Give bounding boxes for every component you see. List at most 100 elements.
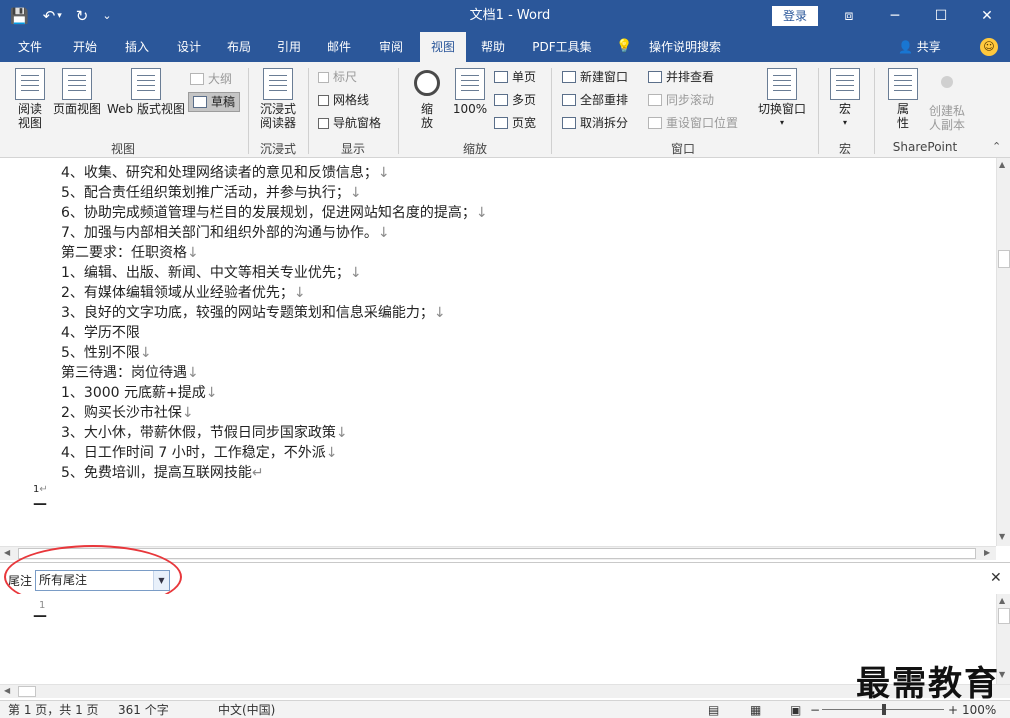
tab-layout[interactable]: 布局 (216, 32, 262, 62)
ribbon-separator (398, 68, 399, 154)
undo-dropdown-icon[interactable]: ▾ (57, 0, 62, 32)
tab-references[interactable]: 引用 (266, 32, 312, 62)
sync-scroll-button[interactable]: 同步滚动 (648, 91, 714, 109)
endnote-select[interactable]: 所有尾注 ▼ (35, 570, 170, 591)
macros-button[interactable]: 宏 ▾ (828, 68, 862, 130)
person-icon: 👤 (898, 40, 913, 54)
zoom-in-icon[interactable]: + (948, 702, 958, 718)
ribbon-tabs: 文件 开始 插入 设计 布局 引用 邮件 审阅 视图 帮助 PDF工具集 💡 操… (0, 32, 1010, 62)
remove-split-button[interactable]: 取消拆分 (562, 114, 628, 132)
tell-me-search[interactable]: 操作说明搜索 (640, 32, 730, 62)
tab-file[interactable]: 文件 (8, 32, 52, 62)
status-bar: 第 1 页，共 1 页 361 个字 中文(中国) ▤ ▦ ▣ − + 100% (0, 700, 1010, 718)
web-layout-button[interactable]: Web 版式视图 (106, 68, 186, 116)
ribbon-separator (308, 68, 309, 154)
scroll-down-icon[interactable]: ▼ (999, 532, 1005, 541)
zoom-out-icon[interactable]: − (810, 702, 820, 718)
tab-pdf-tools[interactable]: PDF工具集 (524, 32, 600, 62)
switch-windows-label: 切换窗口 (757, 102, 806, 116)
scroll-left-icon[interactable]: ◀ (4, 548, 10, 557)
scroll-right-icon[interactable]: ▶ (984, 548, 990, 557)
properties-label-1: 属 (896, 102, 909, 116)
document-area[interactable]: 4、收集、研究和处理网络读者的意见和反馈信息；↓ 5、配合责任组织策划推广活动，… (0, 158, 996, 546)
one-page-label: 单页 (512, 70, 537, 84)
reset-window-position-button[interactable]: 重设窗口位置 (648, 114, 738, 132)
word-count[interactable]: 361 个字 (118, 702, 169, 718)
print-layout-button[interactable]: 页面视图 (52, 68, 102, 116)
immersive-reader-button[interactable]: 沉浸式 阅读器 (254, 68, 302, 130)
endnote-pane-body[interactable]: 1 — (0, 594, 996, 684)
minimize-icon[interactable]: ─ (872, 0, 918, 32)
tab-mailings[interactable]: 邮件 (316, 32, 362, 62)
smiley-feedback-icon[interactable]: ☺ (980, 38, 998, 56)
share-button[interactable]: 👤 共享 (898, 32, 941, 62)
window-title: 文档1 - Word (469, 8, 551, 23)
zoom-100-button[interactable]: 100% (452, 68, 488, 116)
group-label-show: 显示 (340, 142, 365, 156)
close-icon[interactable]: ✕ (964, 0, 1010, 32)
horizontal-scroll-thumb[interactable] (18, 548, 976, 559)
outline-button[interactable]: 大纲 (190, 70, 232, 88)
one-page-button[interactable]: 单页 (494, 68, 536, 86)
ribbon-separator (551, 68, 552, 154)
save-icon[interactable]: 💾 (10, 0, 29, 32)
close-pane-icon[interactable]: ✕ (990, 570, 1002, 586)
properties-button[interactable]: 属 性 (886, 68, 920, 130)
tab-review[interactable]: 审阅 (368, 32, 414, 62)
arrange-all-button[interactable]: 全部重排 (562, 91, 628, 109)
document-horizontal-scrollbar[interactable]: ◀ ▶ (0, 546, 996, 560)
page-count[interactable]: 第 1 页，共 1 页 (8, 702, 99, 718)
collapse-ribbon-icon[interactable]: ⌃ (992, 140, 1001, 153)
private-copy-icon (941, 76, 953, 88)
print-layout-status-icon[interactable]: ▦ (750, 702, 761, 718)
ruler-checkbox[interactable]: 标尺 (318, 68, 357, 86)
doc-line: 4、学历不限 (61, 325, 140, 341)
multiple-pages-label: 多页 (512, 93, 537, 107)
tab-help[interactable]: 帮助 (470, 32, 516, 62)
nav-pane-checkbox[interactable]: 导航窗格 (318, 114, 381, 132)
document-vertical-scrollbar[interactable]: ▲ ▼ (996, 158, 1010, 546)
reset-window-position-icon (648, 117, 662, 129)
doc-line: 3、良好的文字功底，较强的网站专题策划和信息采编能力；↓ (61, 305, 446, 321)
pane-scroll-up-icon[interactable]: ▲ (999, 596, 1005, 605)
gridlines-checkbox[interactable]: 网格线 (318, 91, 369, 109)
tab-home[interactable]: 开始 (62, 32, 108, 62)
tab-design[interactable]: 设计 (166, 32, 212, 62)
zoom-level[interactable]: 100% (962, 702, 996, 718)
draft-button[interactable]: 草稿 (188, 92, 241, 112)
zoom-slider-thumb[interactable] (882, 704, 886, 715)
scroll-up-icon[interactable]: ▲ (999, 160, 1005, 169)
pane-scroll-left-icon[interactable]: ◀ (4, 686, 10, 695)
zoom-button[interactable]: 缩 放 (410, 68, 444, 130)
multiple-pages-button[interactable]: 多页 (494, 91, 536, 109)
tab-view[interactable]: 视图 (420, 32, 466, 62)
endnote-label: 尾注 (8, 574, 33, 588)
language-status[interactable]: 中文(中国) (218, 702, 275, 718)
arrange-all-label: 全部重排 (580, 93, 629, 107)
pane-scroll-thumb[interactable] (998, 608, 1010, 624)
multiple-pages-icon (494, 94, 508, 106)
new-window-button[interactable]: 新建窗口 (562, 68, 628, 86)
create-private-copy-button[interactable]: 创建私 人副本 (924, 68, 970, 132)
read-mode-button[interactable]: 阅读 视图 (12, 68, 48, 130)
title-bar: 💾 ↶ ▾ ↻ ⌄ 文档1 - Word 登录 ⧈ ─ ☐ ✕ (0, 0, 1010, 32)
pane-horizontal-thumb[interactable] (18, 686, 36, 697)
customize-qat-icon[interactable]: ⌄ (102, 0, 111, 32)
group-label-views: 视图 (110, 142, 135, 156)
zoom-label-1: 缩 (420, 102, 433, 116)
scroll-thumb[interactable] (998, 250, 1010, 268)
web-layout-status-icon[interactable]: ▣ (790, 702, 801, 718)
tab-insert[interactable]: 插入 (114, 32, 160, 62)
doc-line: 3、大小休，带薪休假，节假日同步国家政策↓ (61, 425, 348, 441)
side-by-side-button[interactable]: 并排查看 (648, 68, 714, 86)
read-mode-status-icon[interactable]: ▤ (708, 702, 719, 718)
page-width-icon (494, 117, 508, 129)
maximize-icon[interactable]: ☐ (918, 0, 964, 32)
undo-icon[interactable]: ↶ (43, 0, 56, 32)
switch-windows-button[interactable]: 切换窗口 ▾ (754, 68, 810, 130)
ribbon-display-options-icon[interactable]: ⧈ (826, 0, 872, 32)
chevron-down-icon[interactable]: ▼ (153, 571, 169, 590)
redo-icon[interactable]: ↻ (76, 0, 89, 32)
page-width-button[interactable]: 页宽 (494, 114, 536, 132)
login-button[interactable]: 登录 (772, 6, 818, 26)
